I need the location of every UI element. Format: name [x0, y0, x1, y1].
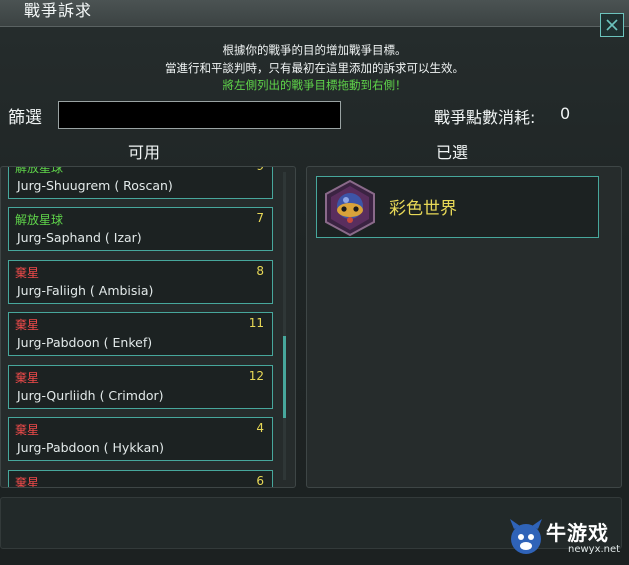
available-column-header: 可用 — [128, 143, 161, 162]
instruction-line-1: 根據你的戰爭的目的增加戰爭目標。 — [222, 43, 407, 57]
goal-name: Jurg-Saphand ( Izar) — [17, 230, 142, 245]
selected-column-header: 已選 — [436, 143, 469, 162]
close-icon — [606, 19, 618, 31]
goal-name: Jurg-Faliigh ( Ambisia) — [17, 283, 154, 298]
goal-type: 棄星 — [15, 423, 40, 437]
goal-cost: 12 — [248, 369, 264, 383]
goal-cost: 9 — [256, 166, 264, 173]
scrollbar-thumb[interactable] — [283, 336, 286, 418]
instruction-line-3: 將左側列出的戰爭目標拖動到右側！ — [222, 78, 407, 92]
watermark-title: 牛游戏 — [546, 521, 609, 545]
window-title: 戰爭訴求 — [24, 1, 93, 20]
goal-item[interactable]: 棄星 8 Jurg-Faliigh ( Ambisia) — [8, 260, 273, 304]
watermark: 牛游戏 newyx.net — [506, 517, 626, 561]
goal-name: Jurg-Pabdoon ( Enkef) — [17, 335, 153, 350]
war-points-label: 戰爭點數消耗: — [434, 108, 536, 127]
goal-item[interactable]: 解放星球 9 Jurg-Shuugrem ( Roscan) — [8, 166, 273, 199]
goal-name: Jurg-Qurliidh ( Crimdor) — [17, 388, 164, 403]
goal-item[interactable]: 棄星 4 Jurg-Pabdoon ( Hykkan) — [8, 417, 273, 461]
goal-cost: 11 — [248, 316, 264, 330]
goal-cost: 6 — [256, 474, 264, 488]
goal-cost: 4 — [256, 421, 264, 435]
goal-cost: 7 — [256, 211, 264, 225]
title-bar: 戰爭訴求 — [0, 0, 629, 27]
goal-item[interactable]: 棄星 6 — [8, 470, 273, 488]
goal-type: 解放星球 — [15, 166, 64, 175]
goal-name: Jurg-Pabdoon ( Hykkan) — [17, 440, 165, 455]
close-button[interactable] — [600, 13, 624, 37]
watermark-url: newyx.net — [568, 544, 621, 555]
scrollbar-track[interactable] — [283, 172, 286, 480]
goal-item[interactable]: 棄星 12 Jurg-Qurliidh ( Crimdor) — [8, 365, 273, 409]
goal-type: 棄星 — [15, 476, 40, 488]
goal-item[interactable]: 棄星 11 Jurg-Pabdoon ( Enkef) — [8, 312, 273, 356]
goal-name: Jurg-Shuugrem ( Roscan) — [17, 178, 173, 193]
filter-input[interactable] — [58, 101, 341, 129]
war-points-value: 0 — [560, 104, 571, 123]
selected-goal-item[interactable]: 彩色世界 — [316, 176, 599, 238]
war-demands-window: 戰爭訴求 根據你的戰爭的目的增加戰爭目標。 當進行和平談判時，只有最初在這里添加… — [0, 0, 629, 565]
filter-label: 篩選 — [8, 108, 42, 128]
instruction-line-2: 當進行和平談判時，只有最初在這里添加的訴求可以生效。 — [165, 61, 464, 75]
goal-type: 解放星球 — [15, 213, 64, 227]
goal-item[interactable]: 解放星球 7 Jurg-Saphand ( Izar) — [8, 207, 273, 251]
goal-type: 棄星 — [15, 371, 40, 385]
goal-cost: 8 — [256, 264, 264, 278]
goal-type: 棄星 — [15, 266, 40, 280]
colorful-world-icon — [325, 179, 375, 237]
available-goals-list[interactable]: 解放星球 9 Jurg-Shuugrem ( Roscan) 解放星球 7 Ju… — [0, 166, 296, 488]
goal-type: 棄星 — [15, 318, 40, 332]
watermark-logo-icon — [510, 519, 542, 554]
selected-goal-name: 彩色世界 — [389, 199, 457, 219]
